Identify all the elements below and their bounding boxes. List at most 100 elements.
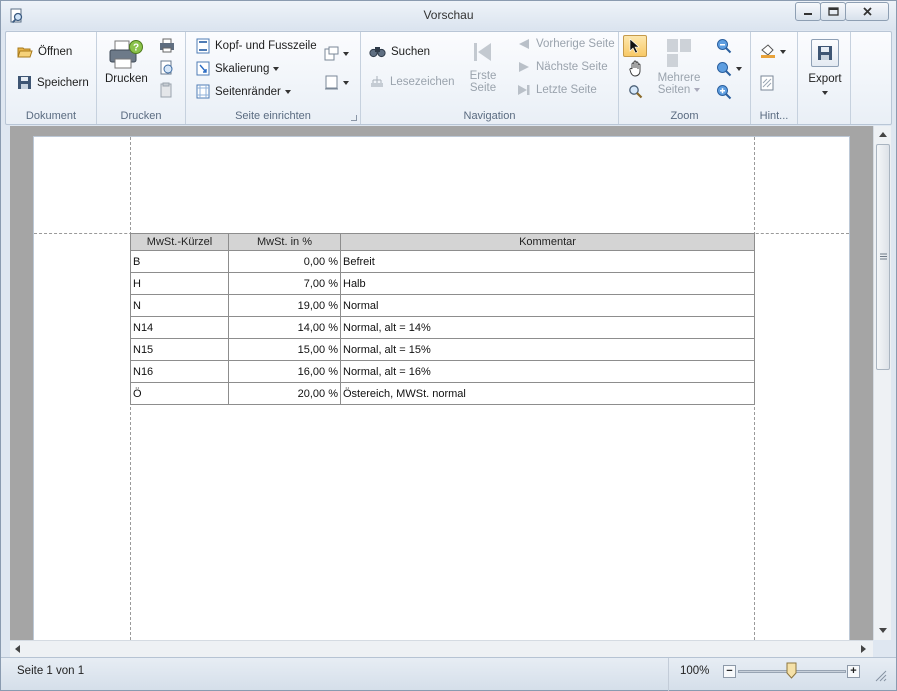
- cell-code: B: [130, 250, 229, 273]
- export-button[interactable]: Export: [804, 39, 846, 97]
- cell-rate: 14,00 %: [228, 316, 341, 339]
- last-page-label: Letzte Seite: [536, 84, 597, 96]
- export-disk-icon: [818, 46, 832, 60]
- zoom-slider-thumb[interactable]: [786, 662, 797, 679]
- group-label-seite-einrichten: Seite einrichten: [235, 110, 311, 122]
- document-page: MwSt.-Kürzel MwSt. in % Kommentar B 0,00 …: [33, 136, 850, 640]
- scroll-right-icon[interactable]: [861, 645, 867, 653]
- orientation-dropdown[interactable]: [324, 46, 349, 61]
- pointer-icon: [629, 38, 640, 54]
- cell-code: N: [130, 294, 229, 317]
- cell-code: N16: [130, 360, 229, 383]
- cell-comment: Normal, alt = 15%: [340, 338, 755, 361]
- scaling-dropdown[interactable]: Skalierung: [196, 61, 280, 76]
- vertical-scrollbar[interactable]: [873, 126, 891, 640]
- cell-rate: 20,00 %: [228, 382, 341, 405]
- zoom-out-small-button[interactable]: −: [723, 665, 736, 678]
- minimize-icon: [804, 12, 812, 15]
- group-hintergrund: Hint...: [751, 32, 798, 124]
- zoom-out-button[interactable]: [716, 38, 732, 54]
- print-options-button[interactable]: [159, 60, 175, 76]
- ribbon: Öffnen Speichern Dokument ? Drucken Druc…: [5, 31, 892, 125]
- hand-icon: [629, 60, 641, 77]
- next-page-button[interactable]: Nächste Seite: [517, 61, 608, 73]
- page-size-dropdown[interactable]: [324, 75, 349, 90]
- group-dokument: Öffnen Speichern Dokument: [6, 32, 97, 124]
- open-button[interactable]: Öffnen: [17, 45, 72, 59]
- cell-code: Ö: [130, 382, 229, 405]
- chevron-down-icon: [284, 89, 291, 94]
- last-page-button[interactable]: Letzte Seite: [517, 84, 597, 96]
- first-page-icon: [474, 43, 491, 61]
- scroll-down-icon[interactable]: [879, 628, 887, 634]
- minimize-button[interactable]: [795, 2, 821, 21]
- next-page-label: Nächste Seite: [536, 61, 608, 73]
- orientation-icon: [324, 46, 339, 61]
- group-label-drucken: Drucken: [120, 110, 162, 122]
- zoom-level-text: 100%: [680, 665, 710, 677]
- print-options-icon: [160, 60, 173, 75]
- dialog-launcher-icon[interactable]: [351, 115, 357, 121]
- preview-area[interactable]: MwSt.-Kürzel MwSt. in % Kommentar B 0,00 …: [10, 126, 873, 640]
- bookmarks-button[interactable]: Lesezeichen: [369, 75, 455, 88]
- scroll-up-icon[interactable]: [879, 131, 887, 137]
- chevron-down-icon: [694, 87, 701, 92]
- zoom-in-button[interactable]: [716, 84, 732, 100]
- cell-rate: 19,00 %: [228, 294, 341, 317]
- cell-rate: 16,00 %: [228, 360, 341, 383]
- clipboard-icon: [160, 82, 172, 98]
- margins-dropdown[interactable]: Seitenränder: [196, 84, 291, 99]
- vertical-scroll-thumb[interactable]: [876, 144, 890, 370]
- chevron-down-icon: [822, 90, 828, 95]
- multiple-pages-icon: [667, 39, 691, 67]
- column-header-code: MwSt.-Kürzel: [130, 233, 229, 251]
- header-footer-button[interactable]: Kopf- und Fusszeile: [196, 38, 317, 54]
- zoom-in-small-button[interactable]: +: [847, 665, 860, 678]
- multiple-pages-label-line2: Seiten: [653, 84, 705, 96]
- maximize-button[interactable]: [820, 2, 846, 21]
- pointer-tool-button[interactable]: [623, 35, 647, 57]
- preview-window: Vorschau Öffnen Speichern Dokument ? Dru…: [0, 0, 897, 691]
- status-bar: Seite 1 von 1 100% − +: [1, 657, 896, 691]
- zoom-dropdown[interactable]: [716, 61, 742, 77]
- print-button[interactable]: ? Drucken: [105, 39, 148, 85]
- magnifier-tool-button[interactable]: [628, 84, 643, 99]
- quick-print-button[interactable]: [159, 38, 175, 53]
- bookmarks-label: Lesezeichen: [390, 75, 455, 88]
- save-label: Speichern: [37, 76, 89, 89]
- horizontal-scrollbar[interactable]: [10, 640, 873, 657]
- clipboard-button[interactable]: [159, 82, 173, 98]
- hand-tool-button[interactable]: [628, 60, 644, 77]
- search-button[interactable]: Suchen: [369, 45, 430, 58]
- header-footer-label: Kopf- und Fusszeile: [215, 40, 317, 52]
- cell-rate: 0,00 %: [228, 250, 341, 273]
- export-icon-frame: [811, 39, 839, 67]
- scroll-left-icon[interactable]: [14, 645, 20, 653]
- prev-page-button[interactable]: Vorherige Seite: [517, 38, 615, 50]
- close-button[interactable]: [845, 2, 889, 21]
- group-label-dokument: Dokument: [25, 110, 77, 122]
- window-title: Vorschau: [423, 8, 474, 22]
- cell-comment: Normal, alt = 14%: [340, 316, 755, 339]
- margins-icon: [196, 84, 210, 99]
- title-bar: Vorschau: [1, 1, 896, 30]
- page-color-dropdown[interactable]: [760, 44, 786, 59]
- cell-comment: Halb: [340, 272, 755, 295]
- cell-comment: Östereich, MWSt. normal: [340, 382, 755, 405]
- maximize-icon: [827, 7, 839, 16]
- margins-label: Seitenränder: [215, 85, 281, 98]
- svg-text:?: ?: [133, 43, 139, 54]
- group-drucken: ? Drucken Drucken: [97, 32, 186, 124]
- scaling-icon: [196, 61, 210, 76]
- first-page-button[interactable]: Erste Seite: [463, 40, 503, 94]
- multiple-pages-button[interactable]: Mehrere Seiten: [653, 38, 705, 96]
- group-label-zoom: Zoom: [670, 110, 699, 122]
- save-button[interactable]: Speichern: [17, 75, 89, 90]
- close-icon: [862, 7, 872, 16]
- search-label: Suchen: [391, 45, 431, 58]
- resize-grip-icon[interactable]: [875, 670, 887, 682]
- watermark-button[interactable]: [760, 75, 774, 91]
- grip-icon: [880, 253, 887, 260]
- table-row: N16 16,00 % Normal, alt = 16%: [130, 360, 755, 383]
- group-seite-einrichten: Kopf- und Fusszeile Skalierung Seitenrän…: [186, 32, 361, 124]
